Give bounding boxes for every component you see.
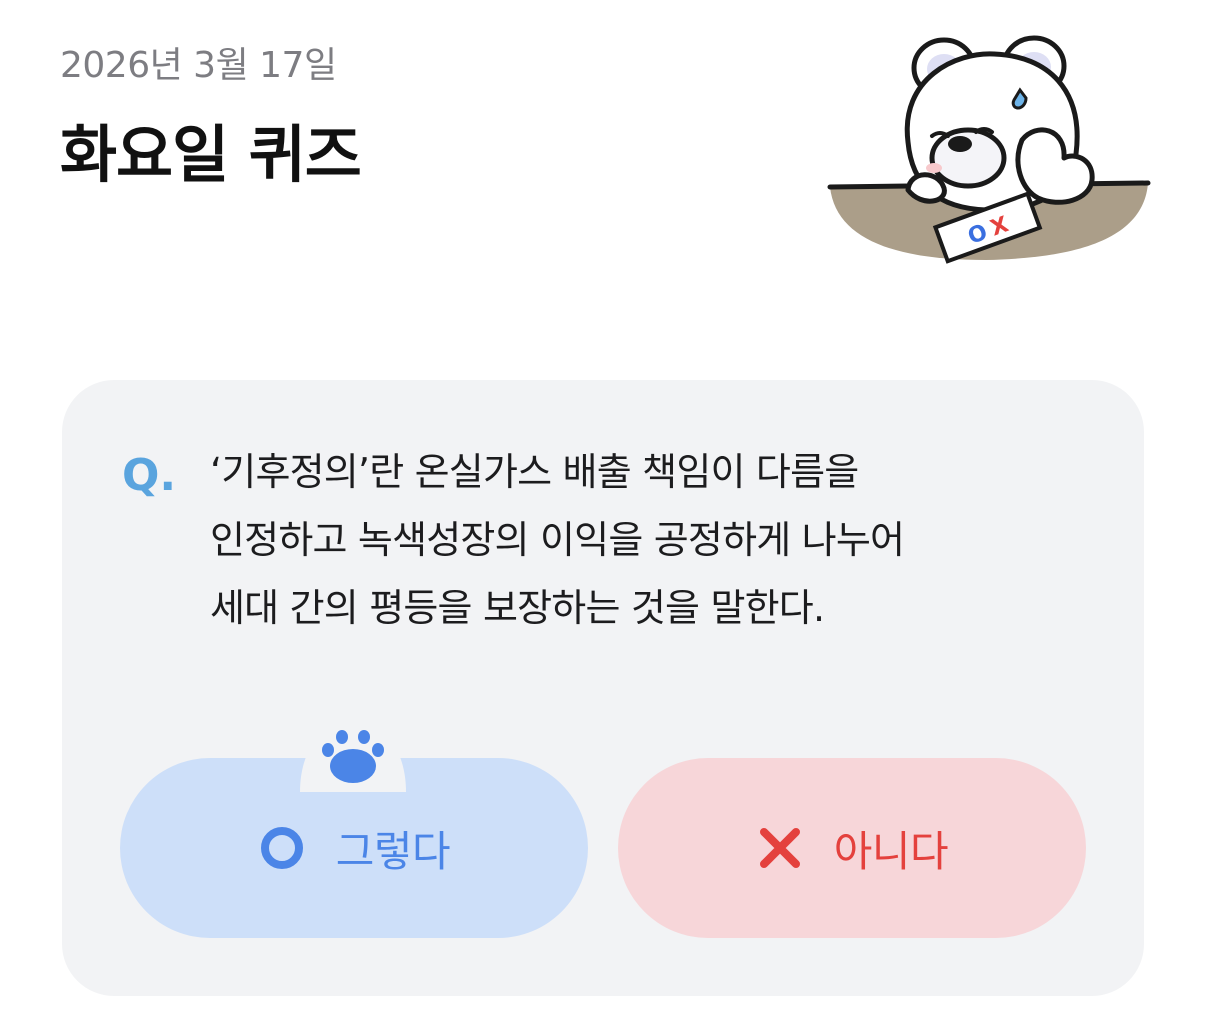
question-line: ‘기후정의’란 온실가스 배출 책임이 다름을 — [210, 450, 859, 494]
circle-o-icon — [260, 827, 303, 869]
question-line: 세대 간의 평등을 보장하는 것을 말한다. — [210, 586, 825, 630]
page-title: 화요일 퀴즈 — [60, 118, 362, 191]
question-line: 인정하고 녹색성장의 이익을 공정하게 나누어 — [210, 518, 905, 562]
quiz-date: 2026년 3월 17일 — [60, 45, 337, 86]
no-button[interactable]: 아니다 — [618, 758, 1086, 938]
question-prefix: Q. — [122, 450, 177, 501]
no-button-label: 아니다 — [833, 826, 949, 876]
quiz-card: Q. ‘기후정의’란 온실가스 배출 책임이 다름을 인정하고 녹색성장의 이익… — [62, 380, 1144, 996]
yes-button-label: 그렇다 — [335, 826, 451, 876]
polar-bear-mascot-icon: O X — [827, 35, 1151, 264]
question-text: ‘기후정의’란 온실가스 배출 책임이 다름을 인정하고 녹색성장의 이익을 공… — [210, 438, 1090, 642]
paw-icon — [300, 720, 406, 792]
x-mark-icon — [759, 828, 800, 868]
